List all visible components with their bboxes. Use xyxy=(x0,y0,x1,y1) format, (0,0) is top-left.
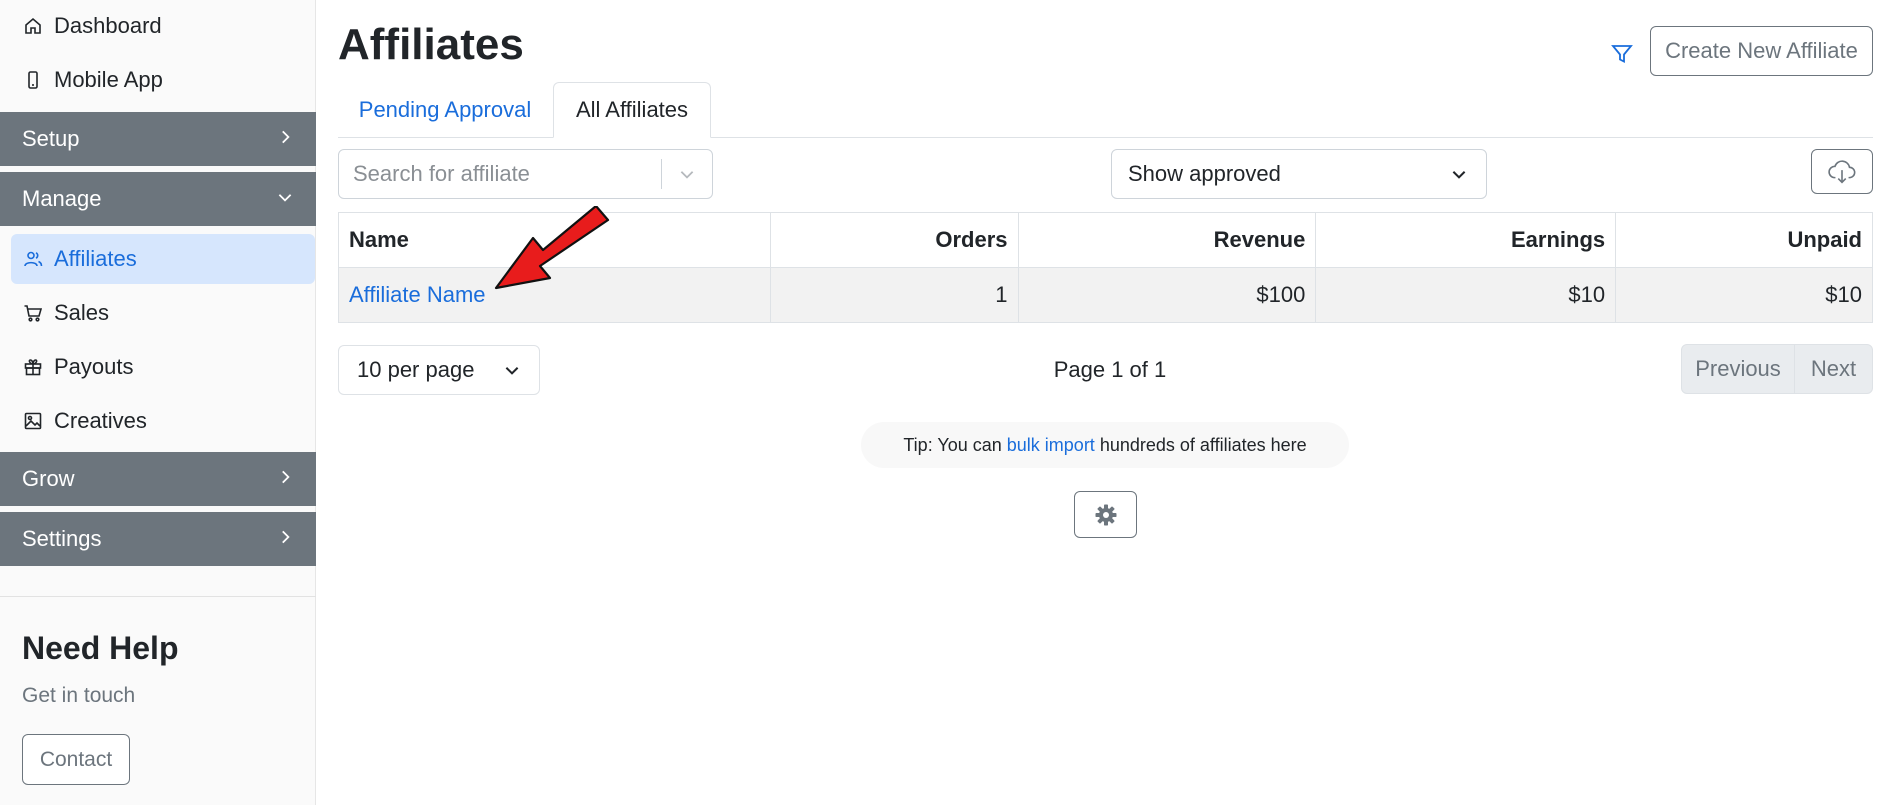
affiliate-name-link[interactable]: Affiliate Name xyxy=(349,282,486,307)
sidebar: Dashboard Mobile App Setup Manage Affili… xyxy=(0,0,316,805)
section-label: Setup xyxy=(22,126,80,151)
tip-prefix: Tip: You can xyxy=(903,434,1007,455)
column-header-orders[interactable]: Orders xyxy=(769,212,1019,268)
annotation-arrow xyxy=(494,206,610,290)
page-info: Page 1 of 1 xyxy=(1053,357,1167,382)
section-label: Manage xyxy=(22,186,102,211)
column-header-revenue[interactable]: Revenue xyxy=(1017,212,1317,268)
status-filter-value: Show approved xyxy=(1128,161,1281,186)
status-filter-select[interactable]: Show approved xyxy=(1111,149,1487,199)
create-new-affiliate-button[interactable]: Create New Affiliate xyxy=(1650,26,1873,76)
sidebar-item-creatives[interactable]: Creatives xyxy=(11,396,315,446)
sidebar-item-sales[interactable]: Sales xyxy=(11,288,315,338)
tip-banner: Tip: You can bulk import hundreds of aff… xyxy=(861,422,1349,468)
tip-suffix: hundreds of affiliates here xyxy=(1094,434,1307,455)
column-header-earnings[interactable]: Earnings xyxy=(1315,212,1617,268)
cell-revenue: $100 xyxy=(1017,267,1317,323)
per-page-select[interactable]: 10 per page xyxy=(338,345,540,395)
help-subtitle: Get in touch xyxy=(22,684,136,707)
sidebar-item-label: Creatives xyxy=(54,408,147,433)
cell-orders: 1 xyxy=(769,267,1019,323)
sidebar-section-manage[interactable]: Manage xyxy=(0,172,316,226)
download-button[interactable] xyxy=(1811,149,1873,194)
image-icon xyxy=(22,410,44,432)
tab-all-affiliates[interactable]: All Affiliates xyxy=(553,82,711,138)
sidebar-item-dashboard[interactable]: Dashboard xyxy=(11,1,315,51)
sidebar-item-label: Mobile App xyxy=(54,67,163,92)
sidebar-item-payouts[interactable]: Payouts xyxy=(11,342,315,392)
column-header-unpaid[interactable]: Unpaid xyxy=(1615,212,1873,268)
sidebar-item-label: Payouts xyxy=(54,354,134,379)
per-page-value: 10 per page xyxy=(357,357,475,382)
sidebar-item-label: Affiliates xyxy=(54,246,137,271)
page-title: Affiliates xyxy=(338,20,524,69)
settings-button[interactable] xyxy=(1074,491,1137,538)
sidebar-section-grow[interactable]: Grow xyxy=(0,452,316,506)
sidebar-section-setup[interactable]: Setup xyxy=(0,112,316,166)
gift-icon xyxy=(22,356,44,378)
users-icon xyxy=(22,248,44,270)
contact-button[interactable]: Contact xyxy=(22,734,130,785)
chevron-right-icon xyxy=(276,126,294,152)
chevron-down-icon xyxy=(1452,171,1466,179)
divider xyxy=(0,596,316,597)
chevron-down-icon xyxy=(505,367,519,375)
help-title: Need Help xyxy=(22,630,179,666)
sidebar-item-label: Dashboard xyxy=(54,13,162,38)
chevron-down-icon[interactable] xyxy=(662,165,712,183)
cloud-download-icon xyxy=(1828,159,1856,183)
gear-icon xyxy=(1095,504,1116,525)
home-icon xyxy=(22,15,44,37)
chevron-down-icon xyxy=(276,186,294,212)
cart-icon xyxy=(22,302,44,324)
previous-button[interactable]: Previous xyxy=(1682,345,1795,393)
section-label: Settings xyxy=(22,526,102,551)
tab-pending-approval[interactable]: Pending Approval xyxy=(345,82,545,138)
search-input[interactable]: Search for affiliate xyxy=(338,149,713,199)
chevron-right-icon xyxy=(276,526,294,552)
sidebar-item-mobile-app[interactable]: Mobile App xyxy=(11,55,315,105)
sidebar-item-affiliates[interactable]: Affiliates xyxy=(11,234,315,284)
cell-earnings: $10 xyxy=(1315,267,1617,323)
mobile-icon xyxy=(22,69,44,91)
chevron-right-icon xyxy=(276,466,294,492)
cell-unpaid: $10 xyxy=(1615,267,1873,323)
pagination: Previous Next xyxy=(1681,344,1873,394)
filter-icon[interactable] xyxy=(1610,42,1634,66)
sidebar-section-settings[interactable]: Settings xyxy=(0,512,316,566)
section-label: Grow xyxy=(22,466,75,491)
bulk-import-link[interactable]: bulk import xyxy=(1007,435,1095,456)
sidebar-item-label: Sales xyxy=(54,300,110,325)
search-placeholder: Search for affiliate xyxy=(353,161,530,186)
next-button[interactable]: Next xyxy=(1795,345,1872,393)
